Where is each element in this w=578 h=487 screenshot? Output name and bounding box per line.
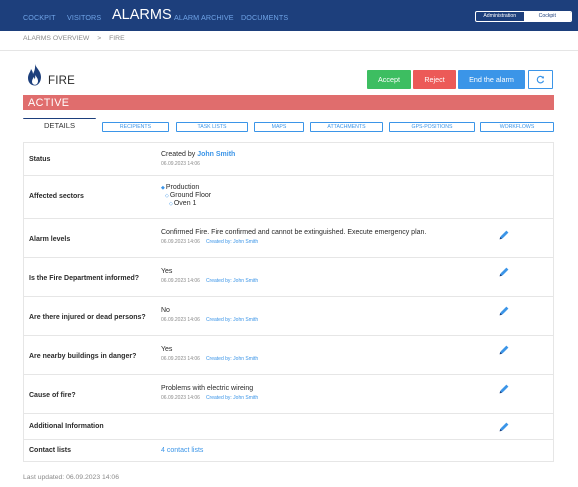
table-row: Are there injured or dead persons? No 06… [24,297,553,336]
refresh-button[interactable] [528,70,553,89]
details-table: Status Created by John Smith 06.09.2023 … [23,142,554,462]
alarm-title: FIRE [48,75,75,87]
table-row: Affected sectors ◆Production ◇Ground Flo… [24,176,553,219]
row-label-fire-department: Is the Fire Department informed? [29,275,140,282]
mode-toggle: Administration Cockpit [475,11,572,22]
status-badge: ACTIVE [28,97,70,109]
end-alarm-button[interactable]: End the alarm [458,70,525,89]
sector-bullet-icon: ◇ [169,201,173,207]
nav-alarm-archive[interactable]: ALARM ARCHIVE [174,13,234,22]
nav-cockpit[interactable]: COCKPIT [23,13,56,22]
row-label-sectors: Affected sectors [29,193,84,200]
sector-item: ◇Oven 1 [169,200,197,207]
entry-date: 06.09.2023 14:06 [161,395,200,401]
tab-recipients[interactable]: RECIPIENTS [102,122,169,132]
row-value-buildings: Yes 06.09.2023 14:06 Created by: John Smi… [161,346,259,362]
table-row: Status Created by John Smith 06.09.2023 … [24,143,553,176]
row-value-injured: No 06.09.2023 14:06 Created by: John Smit… [161,307,259,323]
table-row: Are nearby buildings in danger? Yes 06.0… [24,336,553,375]
tab-task-lists[interactable]: TASK LISTS [176,122,248,132]
entry-author[interactable]: Created by: John Smith [206,395,258,401]
edit-pencil-icon[interactable] [498,266,510,278]
breadcrumb-current: FIRE [109,35,125,42]
entry-author[interactable]: Created by: John Smith [206,356,258,362]
row-label-alarm-levels: Alarm levels [29,236,71,243]
row-label-injured: Are there injured or dead persons? [29,314,146,321]
last-updated: Last updated: 06.09.2023 14:06 [23,474,119,481]
table-row: Alarm levels Confirmed Fire. Fire confir… [24,219,553,258]
tab-maps[interactable]: MAPS [254,122,304,132]
breadcrumb-divider [0,50,578,51]
mode-administration[interactable]: Administration [476,12,524,21]
entry-date: 06.09.2023 14:06 [161,356,200,362]
edit-pencil-icon[interactable] [498,229,510,241]
contact-lists-link[interactable]: 4 contact lists [161,447,203,454]
sector-bullet-icon: ◆ [161,185,165,191]
tab-details[interactable]: DETAILS [23,118,96,133]
reject-button[interactable]: Reject [413,70,456,89]
breadcrumb: ALARMS OVERVIEW > FIRE [23,35,131,42]
table-row: Additional Information [24,414,553,440]
edit-pencil-icon[interactable] [498,383,510,395]
alarm-status-bar: ACTIVE [23,95,554,110]
breadcrumb-separator: > [97,35,102,42]
row-label-buildings: Are nearby buildings in danger? [29,353,137,360]
entry-date: 06.09.2023 14:06 [161,239,200,245]
sector-item: ◇Ground Floor [165,192,212,199]
table-row: Contact lists 4 contact lists [24,440,553,462]
sector-tree: ◆Production ◇Ground Floor ◇Oven 1 [161,184,211,208]
row-label-contact-lists: Contact lists [29,447,72,454]
entry-author[interactable]: Created by: John Smith [206,278,258,284]
edit-pencil-icon[interactable] [498,305,510,317]
refresh-icon [536,75,545,84]
row-value-fire-department: Yes 06.09.2023 14:06 Created by: John Smi… [161,268,259,284]
table-row: Cause of fire? Problems with electric wi… [24,375,553,414]
nav-documents[interactable]: DOCUMENTS [241,13,288,22]
entry-date: 06.09.2023 14:06 [161,317,200,323]
tab-workflows[interactable]: WORKFLOWS [480,122,554,132]
row-value-cause: Problems with electric wireing 06.09.202… [161,385,259,401]
mode-cockpit[interactable]: Cockpit [523,12,571,21]
row-value-alarm-levels: Confirmed Fire. Fire confirmed and canno… [161,229,427,245]
flame-icon [28,64,41,86]
creator-link[interactable]: John Smith [197,151,235,158]
edit-pencil-icon[interactable] [498,421,510,433]
row-label-cause: Cause of fire? [29,392,76,399]
nav-visitors[interactable]: VISITORS [67,13,101,22]
tab-gps-positions[interactable]: GPS-POSITIONS [389,122,475,132]
row-label-status: Status [29,156,51,163]
edit-pencil-icon[interactable] [498,344,510,356]
entry-date: 06.09.2023 14:06 [161,278,200,284]
nav-alarms[interactable]: ALARMS [112,7,172,23]
table-row: Is the Fire Department informed? Yes 06.… [24,258,553,297]
entry-author[interactable]: Created by: John Smith [206,317,258,323]
entry-author[interactable]: Created by: John Smith [206,239,258,245]
top-nav-bar: COCKPIT VISITORS ALARMS ALARM ARCHIVE DO… [0,0,578,31]
row-value-status: Created by John Smith 06.09.2023 14:06 [161,151,235,167]
tab-attachments[interactable]: ATTACHMENTS [310,122,383,132]
sector-bullet-icon: ◇ [165,193,169,199]
created-by-prefix: Created by [161,151,196,158]
sector-item: ◆Production [161,184,200,191]
accept-button[interactable]: Accept [367,70,411,89]
breadcrumb-alarms-overview[interactable]: ALARMS OVERVIEW [23,35,89,42]
row-label-additional-info: Additional Information [29,423,104,430]
status-date: 06.09.2023 14:06 [161,161,200,167]
